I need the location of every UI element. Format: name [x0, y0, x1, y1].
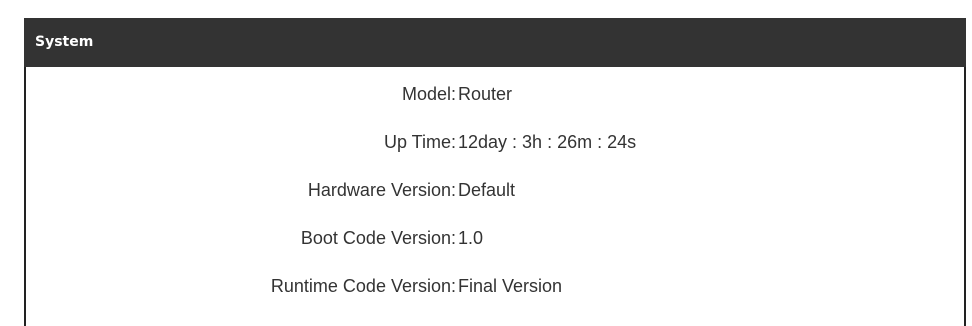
info-label-up-time: Up Time: — [383, 132, 456, 152]
info-row-up-time: Up Time: 12day : 3h : 26m : 24s — [26, 130, 964, 154]
info-value-runtime-code-version: Final Version — [458, 276, 563, 296]
info-value-hardware-version: Default — [458, 180, 516, 200]
info-label-hardware-version: Hardware Version: — [307, 180, 456, 200]
info-label-boot-code-version: Boot Code Version: — [300, 228, 456, 248]
panel-title: System — [35, 34, 94, 50]
info-value-up-time: 12day : 3h : 26m : 24s — [458, 132, 637, 152]
info-value-model: Router — [458, 84, 513, 104]
info-row-boot-code-version: Boot Code Version: 1.0 — [26, 226, 964, 250]
info-row-hardware-version: Hardware Version: Default — [26, 178, 964, 202]
info-row-runtime-code-version: Runtime Code Version: Final Version — [26, 274, 964, 298]
info-label-model: Model: — [401, 84, 456, 104]
system-panel: System Model: Router Up Time: 12day : 3h… — [24, 18, 966, 326]
info-value-boot-code-version: 1.0 — [458, 228, 484, 248]
panel-header: System — [24, 18, 966, 67]
info-label-runtime-code-version: Runtime Code Version: — [270, 276, 456, 296]
info-row-model: Model: Router — [26, 82, 964, 106]
